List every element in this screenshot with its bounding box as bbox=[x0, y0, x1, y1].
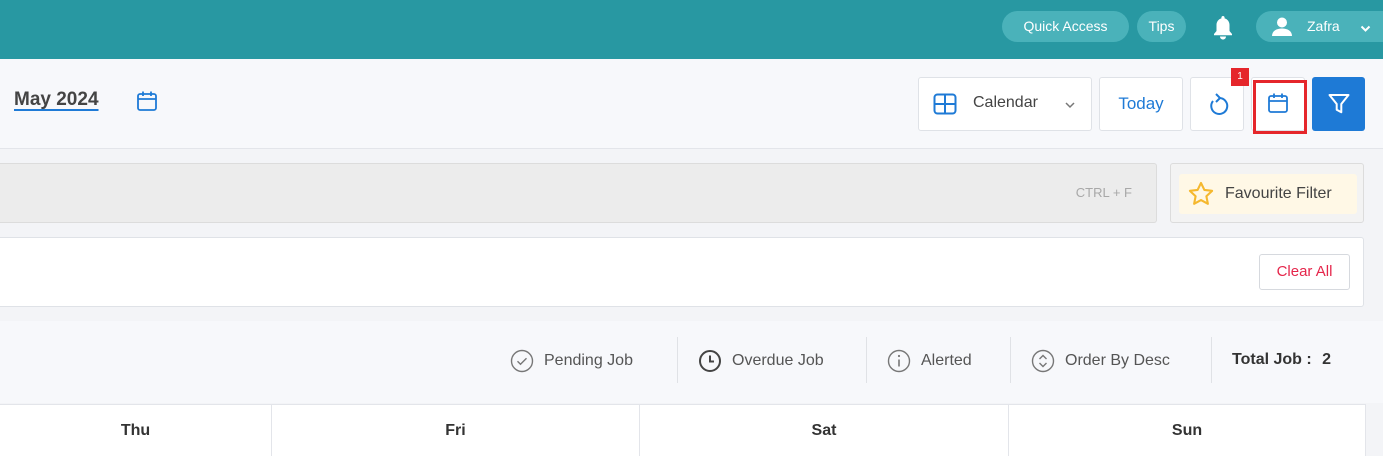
chevron-down-icon bbox=[1064, 98, 1076, 116]
user-name: Zafra bbox=[1307, 18, 1340, 34]
total-job-count: Total Job : 2 bbox=[1232, 351, 1331, 369]
day-header-thu: Thu bbox=[0, 405, 272, 456]
clear-all-button[interactable]: Clear All bbox=[1259, 254, 1350, 290]
sort-circle-icon bbox=[1031, 349, 1065, 373]
legend-bar: Pending Job Overdue Job Alerted Order By… bbox=[0, 321, 1383, 403]
today-button[interactable]: Today bbox=[1099, 77, 1183, 131]
total-job-label: Total Job : bbox=[1232, 351, 1312, 368]
legend-pending-job[interactable]: Pending Job bbox=[510, 349, 633, 373]
search-input[interactable]: CTRL + F bbox=[0, 163, 1157, 223]
favourite-filter-inner: Favourite Filter bbox=[1179, 174, 1357, 214]
legend-alerted[interactable]: Alerted bbox=[887, 349, 972, 373]
day-header-fri: Fri bbox=[272, 405, 640, 456]
legend-alerted-label: Alerted bbox=[921, 352, 972, 369]
order-by-toggle[interactable]: Order By Desc bbox=[1031, 349, 1170, 373]
user-menu[interactable]: Zafra bbox=[1256, 11, 1383, 42]
total-job-value: 2 bbox=[1322, 351, 1332, 368]
legend-divider bbox=[1010, 337, 1011, 383]
month-title[interactable]: May 2024 bbox=[14, 89, 99, 111]
order-by-label: Order By Desc bbox=[1065, 352, 1170, 369]
legend-divider bbox=[866, 337, 867, 383]
active-filters-panel bbox=[0, 237, 1364, 307]
highlight-box bbox=[1253, 80, 1307, 134]
quick-access-button[interactable]: Quick Access bbox=[1002, 11, 1129, 42]
refresh-icon bbox=[1206, 92, 1230, 123]
favourite-filter-label: Favourite Filter bbox=[1225, 185, 1332, 202]
user-avatar-icon bbox=[1272, 17, 1292, 39]
filter-button[interactable] bbox=[1312, 77, 1365, 131]
legend-divider bbox=[1211, 337, 1212, 383]
star-icon bbox=[1187, 180, 1215, 213]
search-shortcut-hint: CTRL + F bbox=[1075, 185, 1132, 200]
legend-divider bbox=[677, 337, 678, 383]
legend-overdue-label: Overdue Job bbox=[732, 352, 824, 369]
day-header-sun: Sun bbox=[1009, 405, 1366, 456]
grid-icon bbox=[933, 93, 957, 120]
view-select-dropdown[interactable]: Calendar bbox=[918, 77, 1092, 131]
highlight-badge: 1 bbox=[1231, 68, 1249, 86]
clock-icon bbox=[698, 349, 732, 373]
check-circle-icon bbox=[510, 349, 544, 373]
legend-pending-label: Pending Job bbox=[544, 352, 633, 369]
chevron-down-icon bbox=[1360, 21, 1371, 37]
tips-button[interactable]: Tips bbox=[1137, 11, 1186, 42]
filter-icon bbox=[1327, 92, 1351, 121]
notification-bell-icon[interactable] bbox=[1212, 14, 1234, 40]
calendar-day-header: Thu Fri Sat Sun bbox=[0, 404, 1366, 456]
view-select-label: Calendar bbox=[973, 94, 1038, 111]
calendar-icon[interactable] bbox=[136, 90, 158, 112]
day-header-sat: Sat bbox=[640, 405, 1009, 456]
calendar-header: May 2024 Calendar Today bbox=[0, 59, 1383, 149]
info-circle-icon bbox=[887, 349, 921, 373]
top-navigation-bar: Quick Access Tips Zafra bbox=[0, 0, 1383, 59]
legend-overdue-job[interactable]: Overdue Job bbox=[698, 349, 824, 373]
favourite-filter-button[interactable]: Favourite Filter bbox=[1170, 163, 1364, 223]
